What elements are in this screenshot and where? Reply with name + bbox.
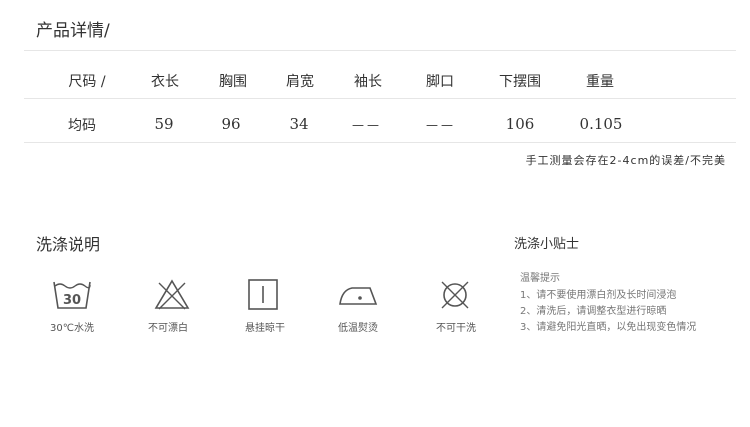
cell-weight: 0.105: [579, 115, 623, 133]
tips-title: 洗涤小贴士: [514, 237, 580, 252]
col-size: 尺码 /: [68, 74, 106, 90]
cell-size: 均码: [68, 118, 96, 134]
tip-item: 1、请不要使用漂白剂及长时间浸泡: [520, 290, 677, 301]
svg-text:30: 30: [63, 293, 81, 308]
col-sleeve: 袖长: [354, 74, 382, 90]
measure-note: 手工测量会存在2-4cm的误差/不完美: [525, 154, 726, 167]
col-weight: 重量: [586, 74, 614, 90]
wash-section-title: 洗涤说明: [36, 235, 101, 254]
divider: [24, 50, 736, 51]
cell-shoulder: 34: [289, 115, 309, 133]
col-cuff: 脚口: [426, 74, 454, 90]
hang-dry-icon: [244, 278, 284, 312]
wash-30-label: 30℃水洗: [50, 323, 94, 334]
col-shoulder: 肩宽: [286, 74, 314, 90]
low-iron-icon: [336, 278, 378, 312]
no-bleach-label: 不可漂白: [148, 323, 188, 334]
cell-sleeve: ——: [352, 118, 382, 132]
no-bleach-icon: [152, 278, 192, 312]
col-chest: 胸围: [219, 74, 247, 90]
tips-subtitle: 温馨提示: [520, 273, 560, 284]
tip-item: 2、清洗后，请调整衣型进行晾晒: [520, 306, 667, 317]
cell-length: 59: [154, 115, 174, 133]
cell-cuff: ——: [426, 118, 456, 132]
divider: [24, 142, 736, 143]
tip-item: 3、请避免阳光直晒，以免出现变色情况: [520, 322, 697, 333]
page-title: 产品详情/: [36, 21, 110, 41]
cell-chest: 96: [221, 115, 241, 133]
wash-30-icon: 30: [52, 278, 92, 312]
divider: [24, 98, 736, 99]
hang-dry-label: 悬挂晾干: [245, 323, 285, 334]
cell-hem: 106: [505, 115, 535, 133]
col-hem: 下摆围: [499, 74, 541, 90]
low-iron-label: 低温熨烫: [338, 323, 378, 334]
col-length: 衣长: [151, 74, 179, 90]
no-dry-clean-label: 不可干洗: [436, 323, 476, 334]
no-dry-clean-icon: [436, 278, 476, 312]
